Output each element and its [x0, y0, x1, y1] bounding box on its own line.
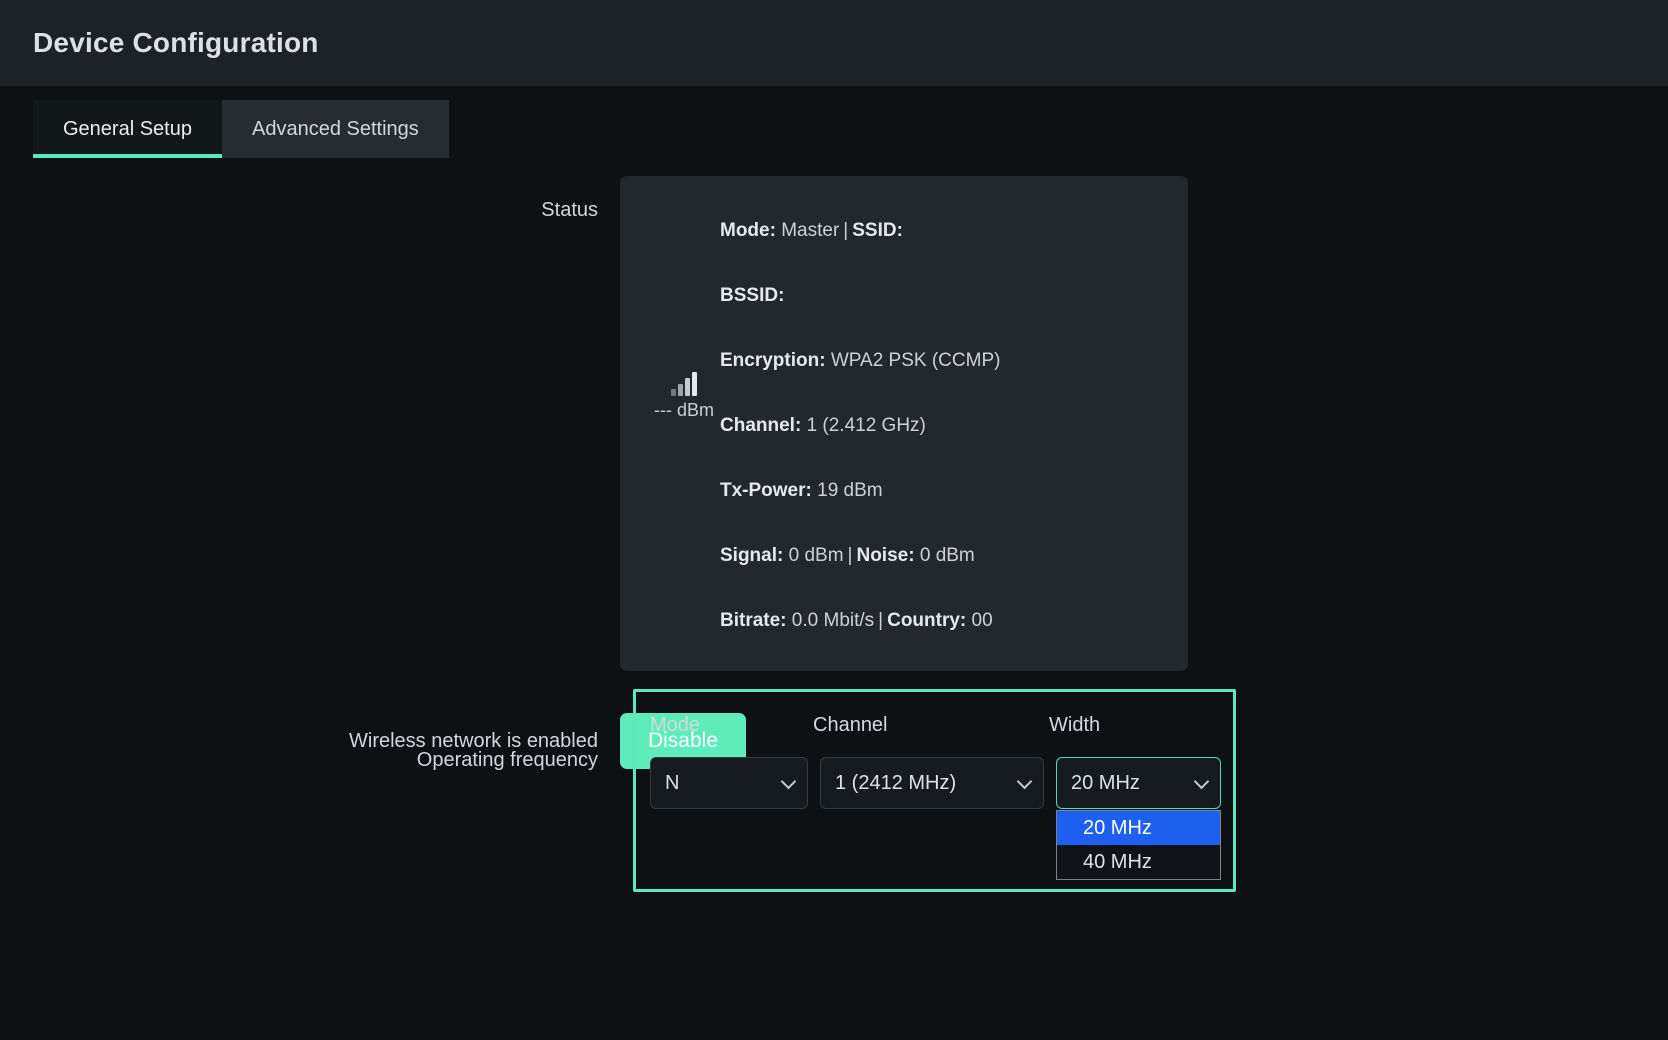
tab-general-setup[interactable]: General Setup [33, 100, 222, 158]
signal-bars-icon [638, 372, 730, 396]
column-header-channel: Channel [813, 714, 888, 736]
operating-frequency-selects: N 1 (2412 MHz) 20 MHz 20 MHz 40 MHz [650, 757, 1233, 880]
status-row: Status --- dBm Mode: Master | SSID: BSSI… [0, 176, 1668, 671]
status-panel: --- dBm Mode: Master | SSID: BSSID: Encr… [620, 176, 1188, 671]
page-title: Device Configuration [33, 27, 319, 58]
status-value-channel: 1 (2.412 GHz) [806, 415, 926, 436]
column-header-mode: Mode [650, 714, 701, 736]
channel-select[interactable]: 1 (2412 MHz) [820, 757, 1044, 809]
status-field: --- dBm Mode: Master | SSID: BSSID: Encr… [620, 176, 1668, 671]
status-separator: | [843, 220, 849, 241]
status-line-txpower: Tx-Power: 19 dBm [620, 458, 1188, 523]
status-key-ssid: SSID: [852, 220, 903, 241]
status-value-noise: 0 dBm [919, 545, 975, 566]
tab-bar: General Setup Advanced Settings [0, 86, 1668, 158]
status-value-bitrate: 0.0 Mbit/s [791, 610, 875, 631]
status-label: Status [541, 199, 598, 221]
status-key-mode: Mode: [720, 220, 776, 241]
column-header-width: Width [1049, 714, 1101, 736]
status-line-bssid: BSSID: [620, 263, 1188, 328]
width-option-40mhz[interactable]: 40 MHz [1057, 845, 1220, 879]
operating-frequency-column-headers: Mode Channel Width [650, 714, 1233, 737]
width-option-20mhz[interactable]: 20 MHz [1057, 811, 1220, 845]
tab-advanced-settings[interactable]: Advanced Settings [221, 100, 449, 158]
chevron-down-icon [1193, 773, 1210, 790]
mode-select[interactable]: N [650, 757, 808, 809]
status-separator: | [878, 610, 884, 631]
status-key-channel: Channel: [720, 415, 802, 436]
width-select[interactable]: 20 MHz 20 MHz 40 MHz [1056, 757, 1221, 880]
status-value-encryption: WPA2 PSK (CCMP) [830, 350, 1001, 371]
device-configuration-form: Status --- dBm Mode: Master | SSID: BSSI… [0, 158, 1668, 892]
status-key-country: Country: [887, 610, 967, 631]
operating-frequency-group: Mode Channel Width N 1 (2412 MHz) 20 MHz… [633, 689, 1236, 892]
status-key-noise: Noise: [856, 545, 915, 566]
signal-indicator: --- dBm [638, 372, 730, 421]
wireless-status-label: Wireless network is enabled [349, 730, 598, 752]
status-key-signal: Signal: [720, 545, 784, 566]
chevron-down-icon [780, 773, 797, 790]
chevron-down-icon [1016, 773, 1033, 790]
status-key-encryption: Encryption: [720, 350, 826, 371]
status-value-mode: Master [781, 220, 840, 241]
status-line-bitrate-country: Bitrate: 0.0 Mbit/s | Country: 00 [620, 588, 1188, 653]
status-separator: | [847, 545, 853, 566]
tab-advanced-settings-label: Advanced Settings [251, 117, 419, 140]
status-key-txpower: Tx-Power: [720, 480, 812, 501]
status-line-signal-noise: Signal: 0 dBm | Noise: 0 dBm [620, 523, 1188, 588]
tab-general-setup-label: General Setup [63, 117, 192, 140]
width-select-value: 20 MHz [1071, 771, 1140, 794]
status-line-mode: Mode: Master | SSID: [620, 198, 1188, 263]
signal-dbm-value: --- dBm [654, 400, 714, 420]
status-value-txpower: 19 dBm [817, 480, 883, 501]
status-value-signal: 0 dBm [788, 545, 844, 566]
status-key-bssid: BSSID: [720, 285, 785, 306]
channel-select-value: 1 (2412 MHz) [835, 771, 957, 794]
status-value-country: 00 [971, 610, 993, 631]
width-dropdown-list: 20 MHz 40 MHz [1056, 810, 1221, 880]
status-key-bitrate: Bitrate: [720, 610, 787, 631]
operating-frequency-label: Operating frequency [416, 749, 598, 771]
mode-select-value: N [665, 771, 680, 794]
window-header: Device Configuration [0, 0, 1668, 86]
